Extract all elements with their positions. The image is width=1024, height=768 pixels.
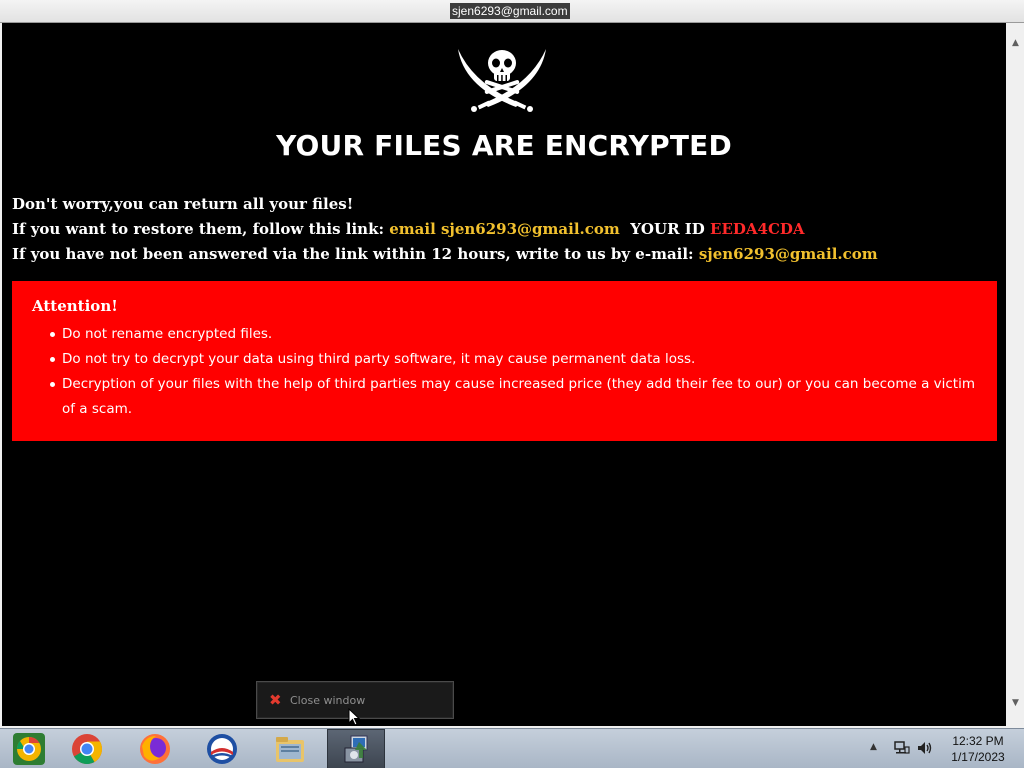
attention-item: Do not rename encrypted files. xyxy=(50,322,977,347)
window-title-bar[interactable]: sjen6293@gmail.com xyxy=(0,0,1024,23)
headline: YOUR FILES ARE ENCRYPTED xyxy=(276,129,732,162)
installer-icon xyxy=(344,735,368,763)
firefox-icon xyxy=(140,734,170,764)
fallback-contact-line: If you have not been answered via the li… xyxy=(12,244,1002,264)
taskbar: ▲ 12:32 PM 1/17/2023 xyxy=(0,728,1024,768)
restore-instructions-line: If you want to restore them, follow this… xyxy=(12,219,1002,239)
mouse-cursor-icon xyxy=(348,708,360,726)
taskbar-app-file-explorer[interactable] xyxy=(261,729,319,768)
reassurance-line: Don't worry,you can return all your file… xyxy=(12,195,354,213)
chrome-canary-icon xyxy=(13,733,45,765)
window-title: sjen6293@gmail.com xyxy=(450,3,570,19)
victim-id-label: YOUR ID xyxy=(630,220,705,238)
clock-time: 12:32 PM xyxy=(952,734,1004,748)
attention-list: Do not rename encrypted files. Do not tr… xyxy=(50,322,977,422)
scroll-up-arrow-icon[interactable]: ▲ xyxy=(1007,35,1024,52)
taskbar-app-firefox[interactable] xyxy=(126,729,184,768)
clock-date: 1/17/2023 xyxy=(951,750,1005,764)
close-window-label: Close window xyxy=(290,693,366,707)
chrome-icon xyxy=(72,734,103,765)
restore-prefix: If you want to restore them, follow this… xyxy=(12,220,384,238)
network-icon[interactable] xyxy=(893,739,911,757)
taskbar-app-outlook[interactable] xyxy=(193,729,251,768)
vertical-scrollbar[interactable]: ▲ ▼ xyxy=(1007,23,1024,728)
window-client-area: YOUR FILES ARE ENCRYPTED Don't worry,you… xyxy=(0,23,1024,728)
victim-id-value: EEDA4CDA xyxy=(710,220,805,238)
fallback-email[interactable]: sjen6293@gmail.com xyxy=(699,245,878,263)
taskbar-app-installer[interactable] xyxy=(327,729,385,768)
system-clock[interactable]: 12:32 PM 1/17/2023 xyxy=(938,733,1018,765)
attention-box: Attention! Do not rename encrypted files… xyxy=(12,281,997,441)
fallback-prefix: If you have not been answered via the li… xyxy=(12,245,694,263)
attention-item: Do not try to decrypt your data using th… xyxy=(50,347,977,372)
outlook-icon xyxy=(207,734,237,764)
restore-email-link[interactable]: email sjen6293@gmail.com xyxy=(389,220,620,238)
attention-item: Decryption of your files with the help o… xyxy=(50,372,977,422)
attention-title: Attention! xyxy=(32,297,118,315)
taskbar-app-chrome[interactable] xyxy=(58,729,116,768)
skull-crossed-swords-icon xyxy=(458,49,546,112)
ransom-note: YOUR FILES ARE ENCRYPTED Don't worry,you… xyxy=(2,23,1006,726)
scroll-down-arrow-icon[interactable]: ▼ xyxy=(1007,695,1024,712)
file-explorer-icon xyxy=(276,737,304,762)
show-hidden-icons-arrow-icon[interactable]: ▲ xyxy=(870,742,877,752)
close-icon: ✖ xyxy=(269,691,282,709)
volume-icon[interactable] xyxy=(916,739,934,757)
taskbar-app-chrome-canary[interactable] xyxy=(0,729,58,768)
